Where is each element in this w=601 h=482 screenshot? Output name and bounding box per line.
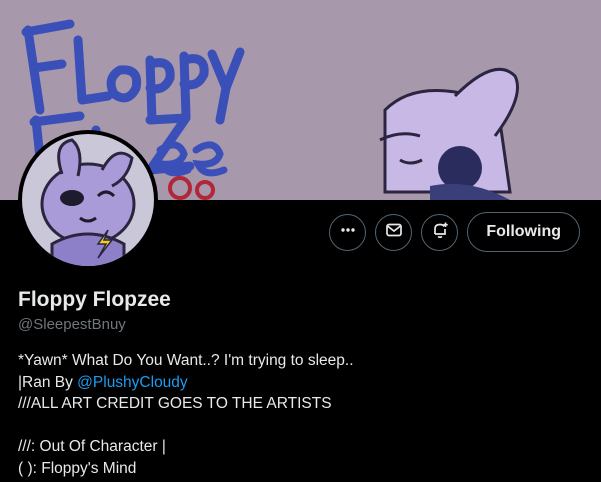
following-button[interactable]: Following: [467, 212, 580, 252]
more-button[interactable]: [329, 213, 367, 251]
bio-line-blank: [18, 415, 578, 437]
message-button[interactable]: [375, 213, 413, 251]
bio-line-ran-by: |Ran By @PlushyCloudy: [18, 372, 578, 394]
profile-actions: Following: [329, 212, 580, 252]
notifications-button[interactable]: [421, 213, 459, 251]
profile-bio: *Yawn* What Do You Want..? I'm trying to…: [18, 350, 578, 479]
bell-plus-icon: [431, 221, 449, 244]
bio-line: *Yawn* What Do You Want..? I'm trying to…: [18, 352, 354, 369]
profile-avatar[interactable]: [18, 130, 158, 270]
bio-line: ///ALL ART CREDIT GOES TO THE ARTISTS: [18, 395, 332, 412]
user-handle: @SleepestBnuy: [18, 316, 126, 333]
more-horizontal-icon: [339, 221, 357, 244]
bio-ran-by-text: |Ran By: [18, 373, 78, 391]
bio-line: ( ): Floppy's Mind: [18, 459, 137, 477]
envelope-icon: [385, 221, 403, 244]
bio-line: ///: Out Of Character |: [18, 438, 166, 455]
display-name: Floppy Flopzee: [18, 288, 171, 311]
mention-link[interactable]: @PlushyCloudy: [77, 374, 188, 391]
avatar-image: [22, 134, 154, 266]
